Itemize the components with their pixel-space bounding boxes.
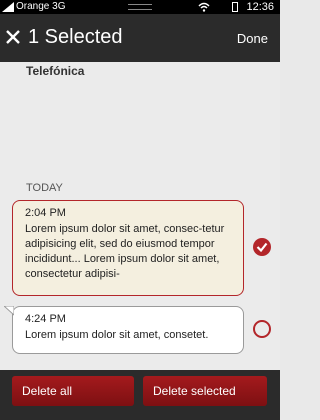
selected-check-icon[interactable] [253,238,271,256]
message-thread: Telefónica TODAY 2:04 PM Lorem ipsum dol… [0,62,280,370]
status-notch [128,4,152,10]
status-time: 12:36 [246,1,274,13]
delete-all-button[interactable]: Delete all [12,376,134,406]
sender-name: Telefónica [26,64,85,78]
close-icon[interactable] [4,26,24,48]
message-text: Lorem ipsum dolor sit amet, consetet. [25,329,209,341]
done-button[interactable]: Done [237,31,268,46]
page-title: 1 Selected [28,26,123,48]
selection-header: 1 Selected Done [0,14,280,62]
checkmark-icon [256,242,268,253]
message-time: 2:04 PM [25,207,66,219]
carrier-name: Orange 3G [16,1,66,12]
delete-selected-button[interactable]: Delete selected [143,376,267,406]
signal-icon [2,2,14,12]
message-bubble[interactable]: 4:24 PM Lorem ipsum dolor sit amet, cons… [4,306,244,354]
message-text: Lorem ipsum dolor sit amet, consec-tetur… [25,223,225,280]
message-time: 4:24 PM [25,313,66,325]
date-section-label: TODAY [26,182,63,194]
unselected-radio-icon[interactable] [253,320,271,338]
action-bar: Delete all Delete selected [0,370,280,420]
wifi-icon [198,2,210,12]
battery-icon [232,2,238,12]
bubble-tail [4,306,14,316]
message-bubble-selected[interactable]: 2:04 PM Lorem ipsum dolor sit amet, cons… [12,200,244,296]
status-bar: Orange 3G 12:36 [0,0,280,14]
